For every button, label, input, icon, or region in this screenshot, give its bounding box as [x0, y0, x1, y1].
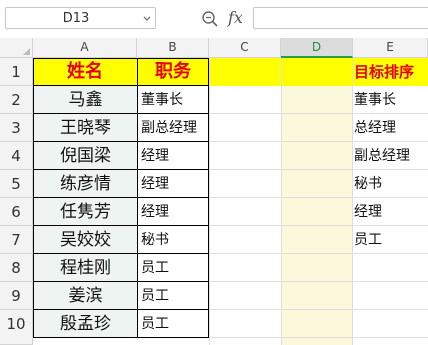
cell-a5[interactable]: 练彦情 — [34, 170, 137, 198]
cell-e6[interactable]: 经理 — [353, 198, 428, 226]
column-header-c[interactable]: C — [209, 38, 281, 58]
gridline — [281, 58, 282, 345]
column-header-a[interactable]: A — [33, 38, 137, 58]
formula-bar: D13 fx — [0, 0, 428, 39]
formula-input[interactable] — [253, 7, 428, 29]
cell-a1[interactable]: 姓名 — [33, 58, 137, 86]
cell-b4[interactable]: 经理 — [138, 142, 208, 170]
cell-a2[interactable]: 马鑫 — [34, 86, 137, 114]
row-header-9[interactable]: 9 — [0, 282, 33, 310]
row-header-3[interactable]: 3 — [0, 114, 33, 142]
select-all-triangle-icon — [23, 48, 30, 55]
row-header-5[interactable]: 5 — [0, 170, 33, 198]
row-header-10[interactable]: 10 — [0, 310, 33, 345]
cell-a10[interactable]: 殷孟珍 — [34, 310, 137, 338]
cell-e3[interactable]: 总经理 — [353, 114, 428, 142]
cell-b2[interactable]: 董事长 — [138, 86, 208, 114]
row-header-2[interactable]: 2 — [0, 86, 33, 114]
fx-icon[interactable]: fx — [228, 8, 243, 27]
cell-a8[interactable]: 程桂刚 — [34, 254, 137, 282]
cell-e7[interactable]: 员工 — [353, 226, 428, 254]
row-header-7[interactable]: 7 — [0, 226, 33, 254]
row-header-4[interactable]: 4 — [0, 142, 33, 170]
cell-e4[interactable]: 副总经理 — [353, 142, 428, 170]
name-box[interactable]: D13 — [5, 7, 156, 29]
cell-e1[interactable]: 目标排序 — [353, 58, 428, 86]
column-d-fill — [281, 86, 352, 345]
cell-b6[interactable]: 经理 — [138, 198, 208, 226]
cell-a4[interactable]: 倪国梁 — [34, 142, 137, 170]
zoom-icon[interactable] — [201, 10, 219, 28]
table-border — [208, 58, 209, 338]
row-header-6[interactable]: 6 — [0, 198, 33, 226]
chevron-down-icon[interactable] — [142, 12, 152, 24]
row-header-1[interactable]: 1 — [0, 58, 33, 86]
cell-b8[interactable]: 员工 — [138, 254, 208, 282]
cell-b7[interactable]: 秘书 — [138, 226, 208, 254]
cell-b10[interactable]: 员工 — [138, 310, 208, 338]
gridline — [209, 58, 210, 345]
cell-b3[interactable]: 副总经理 — [138, 114, 208, 142]
cell-e5[interactable]: 秘书 — [353, 170, 428, 198]
cell-b1[interactable]: 职务 — [137, 58, 209, 86]
column-header-b[interactable]: B — [137, 38, 209, 58]
cell-b9[interactable]: 员工 — [138, 282, 208, 310]
row-header-8[interactable]: 8 — [0, 254, 33, 282]
cell-a7[interactable]: 吴姣姣 — [34, 226, 137, 254]
cell-e2[interactable]: 董事长 — [353, 86, 428, 114]
cell-a3[interactable]: 王晓琴 — [34, 114, 137, 142]
column-header-d[interactable]: D — [281, 38, 353, 58]
column-header-e[interactable]: E — [353, 38, 428, 58]
cell-b5[interactable]: 经理 — [138, 170, 208, 198]
cell-a9[interactable]: 姜滨 — [34, 282, 137, 310]
select-all-corner[interactable] — [0, 38, 33, 58]
name-box-value: D13 — [62, 11, 90, 26]
cell-a6[interactable]: 任隽芳 — [34, 198, 137, 226]
